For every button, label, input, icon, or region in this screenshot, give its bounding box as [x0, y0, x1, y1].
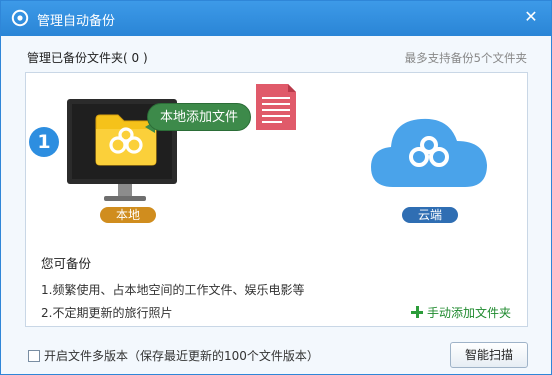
backup-tip-item: 2.不定期更新的旅行照片: [41, 306, 173, 320]
add-local-file-bubble: 本地添加文件: [147, 103, 251, 131]
step-badge: 1: [29, 127, 59, 157]
plus-icon: [411, 306, 423, 318]
close-button[interactable]: ✕: [521, 7, 541, 27]
backed-up-folders-title: 管理已备份文件夹( 0 ): [27, 51, 148, 65]
close-icon: ✕: [524, 7, 538, 26]
monitor-stand: [118, 184, 132, 196]
cloud-icon: [371, 118, 487, 187]
gear-icon: [11, 9, 29, 27]
smart-scan-button[interactable]: 智能扫描: [450, 342, 528, 368]
backup-tip-item: 1.频繁使用、占本地空间的工作文件、娱乐电影等: [41, 283, 305, 297]
multi-version-checkbox[interactable]: [28, 350, 40, 362]
title-bar: 管理自动备份 ✕: [1, 1, 551, 36]
document-icon: [256, 84, 296, 130]
enable-multi-version-option[interactable]: 开启文件多版本（保存最近更新的100个文件版本）: [28, 347, 319, 364]
manual-add-folder-link[interactable]: 手动添加文件夹: [411, 304, 511, 321]
max-folders-hint: 最多支持备份5个文件夹: [404, 51, 527, 65]
monitor-base: [104, 196, 146, 201]
backup-manager-window: 管理自动备份 ✕ 管理已备份文件夹( 0 ) 最多支持备份5个文件夹 1 本地添…: [0, 0, 552, 375]
window-title: 管理自动备份: [37, 14, 116, 29]
local-label: 本地: [100, 207, 156, 223]
cloud-label: 云端: [402, 207, 458, 223]
multi-version-label: 开启文件多版本（保存最近更新的100个文件版本）: [44, 349, 319, 363]
manual-add-folder-label: 手动添加文件夹: [427, 306, 512, 320]
can-backup-heading: 您可备份: [41, 256, 92, 271]
